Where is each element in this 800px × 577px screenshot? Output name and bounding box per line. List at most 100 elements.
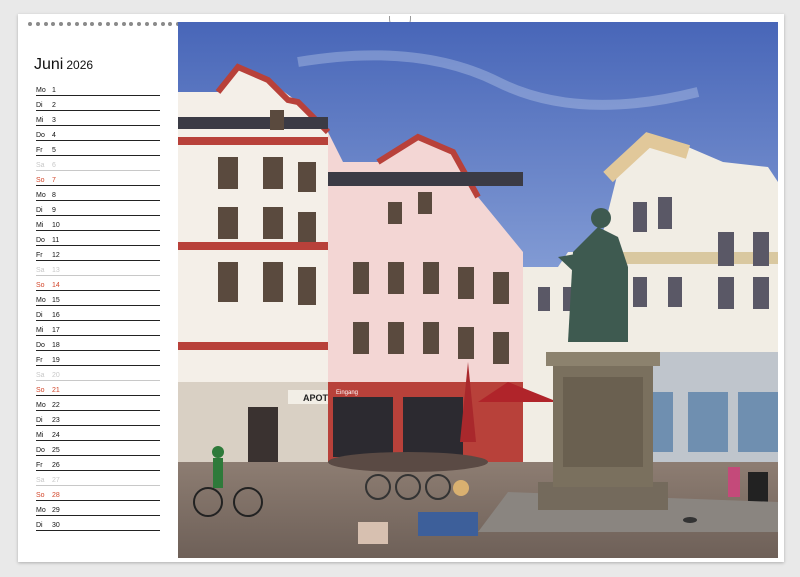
day-row: Di 9 <box>36 201 160 216</box>
day-number: 17 <box>52 327 60 334</box>
day-row: Mo 1 <box>36 81 160 96</box>
day-row: Fr 12 <box>36 246 160 261</box>
day-row: So 21 <box>36 381 160 396</box>
day-number: 8 <box>52 192 56 199</box>
day-row: Do 11 <box>36 231 160 246</box>
weekday-label: Mo <box>36 297 46 304</box>
weekday-label: Di <box>36 312 43 319</box>
weekday-label: Fr <box>36 252 43 259</box>
month-title: Juni 2026 <box>34 56 93 74</box>
binding-ring <box>90 22 95 26</box>
day-number: 29 <box>52 507 60 514</box>
day-number: 6 <box>52 162 56 169</box>
day-number: 21 <box>52 387 60 394</box>
day-row: Di 30 <box>36 516 160 531</box>
day-row: Mi 3 <box>36 111 160 126</box>
day-number: 25 <box>52 447 60 454</box>
day-row: Fr 5 <box>36 141 160 156</box>
weekday-label: Mo <box>36 87 46 94</box>
shop-sign: Eingang <box>336 390 358 396</box>
day-number: 18 <box>52 342 60 349</box>
day-number: 12 <box>52 252 60 259</box>
weekday-label: Sa <box>36 267 45 274</box>
binding-ring <box>28 22 32 26</box>
weekday-label: Sa <box>36 372 45 379</box>
binding-ring <box>144 22 149 26</box>
day-number: 22 <box>52 402 60 409</box>
weekday-label: Do <box>36 132 45 139</box>
binding-ring <box>105 22 110 26</box>
day-number: 3 <box>52 117 56 124</box>
day-row: Do 4 <box>36 126 160 141</box>
day-row: Mi 10 <box>36 216 160 231</box>
day-number: 27 <box>52 477 60 484</box>
weekday-label: So <box>36 492 45 499</box>
weekday-label: Mo <box>36 507 46 514</box>
weekday-label: Di <box>36 417 43 424</box>
day-number: 20 <box>52 372 60 379</box>
weekday-label: Mi <box>36 222 44 229</box>
month-name: Juni <box>34 56 64 73</box>
binding-ring <box>43 22 48 26</box>
weekday-label: Fr <box>36 462 43 469</box>
weekday-label: Mo <box>36 402 46 409</box>
day-row: Mo 29 <box>36 501 160 516</box>
day-row: Sa 20 <box>36 366 160 381</box>
weekday-label: Fr <box>36 357 43 364</box>
day-number: 19 <box>52 357 60 364</box>
day-row: Mo 15 <box>36 291 160 306</box>
day-number: 11 <box>52 237 60 244</box>
binding-ring <box>113 22 118 26</box>
day-list: Mo 1 Di 2 Mi 3 Do 4 Fr 5 Sa 6 So 7 Mo 8 Di 9 Mi 10 Do 11 Fr 12 S… <box>36 81 160 531</box>
binding-ring <box>121 22 126 26</box>
binding-ring <box>137 22 142 26</box>
market-square-photo: APOTHEKE Eingang <box>178 22 778 558</box>
day-number: 9 <box>52 207 56 214</box>
weekday-label: Fr <box>36 147 43 154</box>
binding-ring <box>59 22 64 26</box>
weekday-label: Do <box>36 237 45 244</box>
day-row: Do 25 <box>36 441 160 456</box>
middle-building: Eingang <box>328 132 523 482</box>
weekday-label: Di <box>36 522 43 529</box>
weekday-label: Sa <box>36 477 45 484</box>
day-number: 5 <box>52 147 56 154</box>
weekday-label: So <box>36 387 45 394</box>
binding-ring <box>152 22 157 26</box>
weekday-label: Do <box>36 342 45 349</box>
day-row: Sa 6 <box>36 156 160 171</box>
day-number: 2 <box>52 102 56 109</box>
day-number: 16 <box>52 312 60 319</box>
calendar-sidebar: Juni 2026 Mo 1 Di 2 Mi 3 Do 4 Fr 5 Sa 6 So 7 Mo 8 Di 9 Mi 10… <box>18 34 176 554</box>
day-row: Fr 26 <box>36 456 160 471</box>
day-number: 15 <box>52 297 60 304</box>
day-row: Di 2 <box>36 96 160 111</box>
day-number: 23 <box>52 417 60 424</box>
day-number: 10 <box>52 222 60 229</box>
weekday-label: Mo <box>36 192 46 199</box>
day-row: Fr 19 <box>36 351 160 366</box>
day-number: 26 <box>52 462 60 469</box>
weekday-label: Di <box>36 207 43 214</box>
day-row: Mo 22 <box>36 396 160 411</box>
day-row: Sa 27 <box>36 471 160 486</box>
binding-ring <box>35 22 40 26</box>
day-row: Mi 24 <box>36 426 160 441</box>
day-row: So 14 <box>36 276 160 291</box>
weekday-label: Sa <box>36 162 45 169</box>
day-row: Di 23 <box>36 411 160 426</box>
day-number: 13 <box>52 267 60 274</box>
day-row: Mo 8 <box>36 186 160 201</box>
day-row: So 7 <box>36 171 160 186</box>
binding-ring <box>160 22 165 26</box>
binding-ring <box>66 22 71 26</box>
weekday-label: Mi <box>36 432 44 439</box>
day-row: Mi 17 <box>36 321 160 336</box>
weekday-label: So <box>36 177 45 184</box>
day-row: Sa 13 <box>36 261 160 276</box>
calendar-page: Juni 2026 Mo 1 Di 2 Mi 3 Do 4 Fr 5 Sa 6 So 7 Mo 8 Di 9 Mi 10… <box>18 14 784 562</box>
day-row: Di 16 <box>36 306 160 321</box>
binding-ring <box>168 22 173 26</box>
day-row: So 28 <box>36 486 160 501</box>
day-row: Do 18 <box>36 336 160 351</box>
